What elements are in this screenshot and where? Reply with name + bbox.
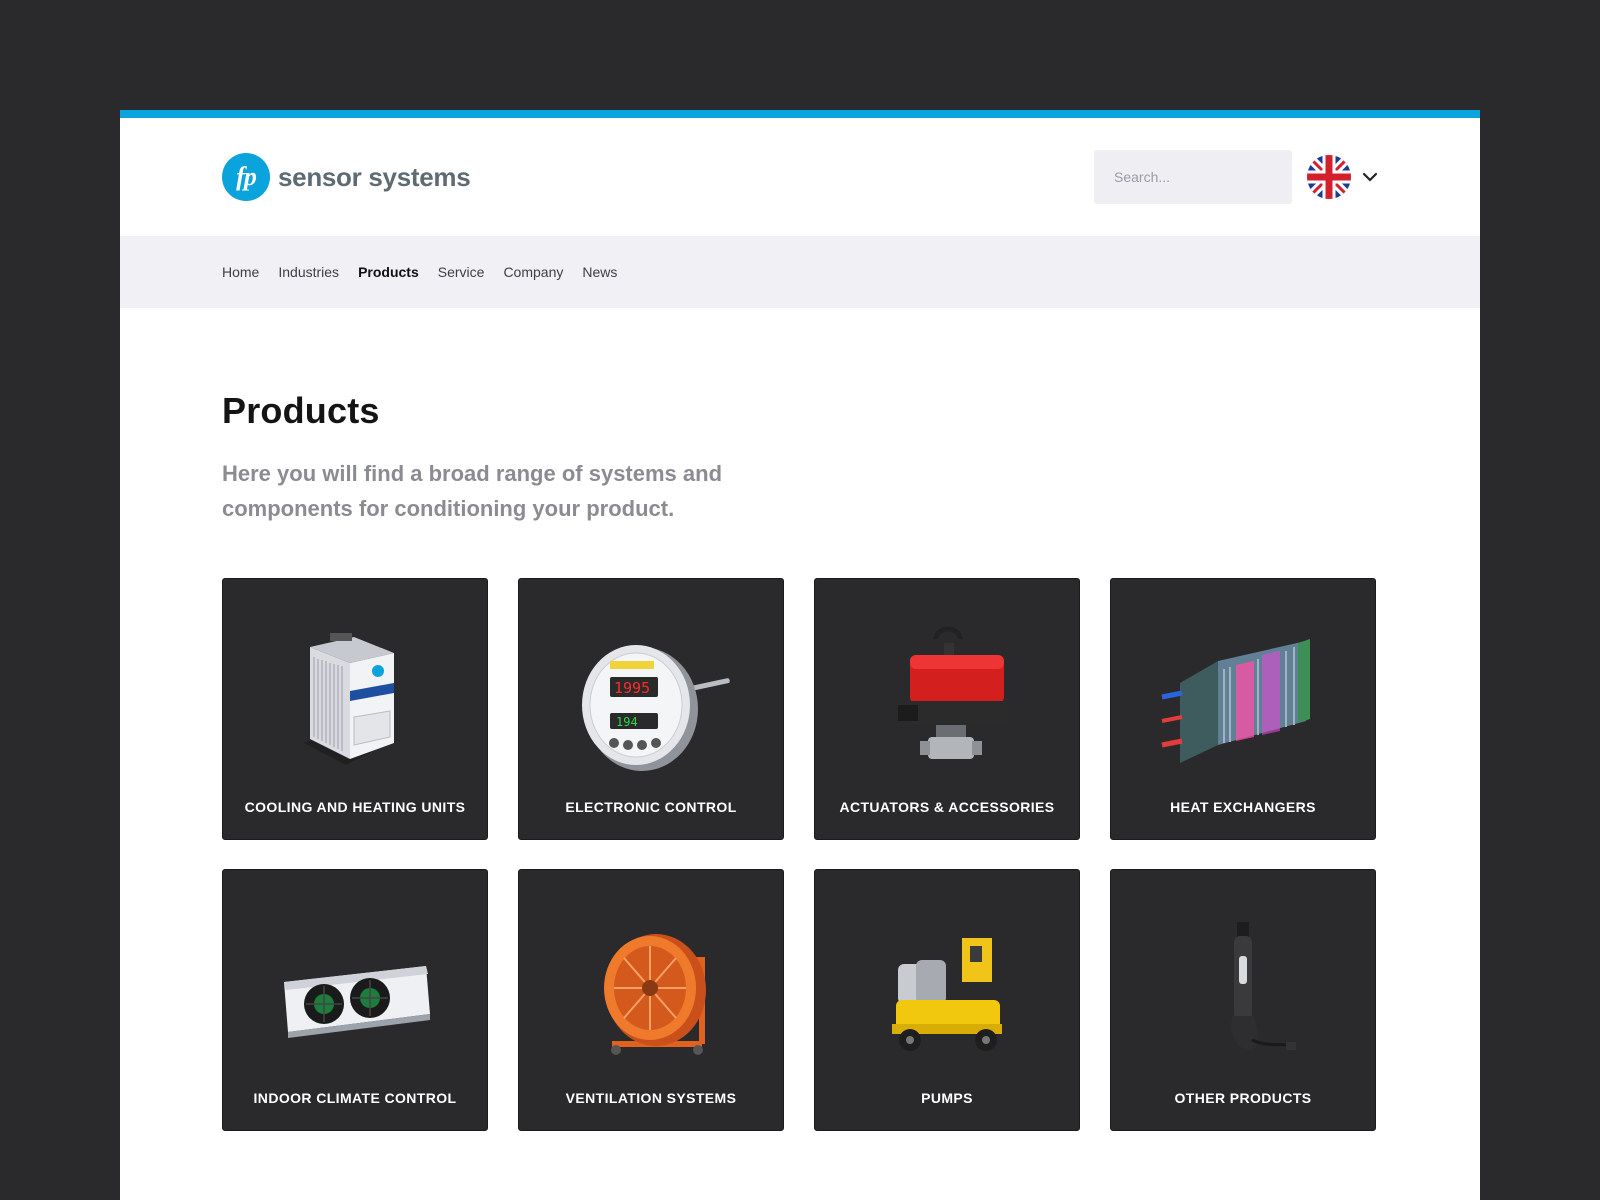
product-label: HEAT EXCHANGERS xyxy=(1170,799,1316,815)
plate-heat-exchanger-icon xyxy=(1161,639,1310,763)
product-card-indoor-climate[interactable]: INDOOR CLIMATE CONTROL xyxy=(222,869,488,1131)
product-card-cooling-heating[interactable]: COOLING AND HEATING UNITS xyxy=(222,578,488,840)
controller-gauge-icon: 1995 194 xyxy=(582,645,730,771)
product-label: COOLING AND HEATING UNITS xyxy=(244,799,466,815)
language-selector[interactable] xyxy=(1306,154,1378,200)
probe-icon xyxy=(1231,922,1296,1050)
pump-cart-icon xyxy=(892,936,1002,1051)
product-card-electronic-control[interactable]: 1995 194 ELECTRONIC CONTROL xyxy=(518,578,784,840)
product-label: ACTUATORS & ACCESSORIES xyxy=(839,799,1055,815)
chevron-down-icon xyxy=(1362,172,1378,182)
site-logo[interactable]: fp sensor systems xyxy=(222,153,471,201)
nav-item-company[interactable]: Company xyxy=(503,264,563,280)
page-title: Products xyxy=(222,390,380,431)
product-label: OTHER PRODUCTS xyxy=(1174,1090,1312,1106)
main-navigation: Home Industries Products Service Company… xyxy=(120,236,1480,308)
product-card-other[interactable]: OTHER PRODUCTS xyxy=(1110,869,1376,1131)
main-content: Products Here you will find a broad rang… xyxy=(120,390,1480,1131)
nav-item-news[interactable]: News xyxy=(582,264,617,280)
valve-actuator-icon xyxy=(898,626,1008,759)
search-input[interactable] xyxy=(1094,150,1292,204)
unit-cooler-icon xyxy=(284,966,430,1038)
logo-text: sensor systems xyxy=(278,161,471,192)
product-label: ELECTRONIC CONTROL xyxy=(565,799,737,815)
chiller-unit-icon xyxy=(304,633,394,765)
logo-mark-icon: fp xyxy=(222,153,270,201)
browser-page: fp sensor systems Home Industries Pr xyxy=(120,110,1480,1200)
nav-item-industries[interactable]: Industries xyxy=(278,264,339,280)
site-header: fp sensor systems xyxy=(120,118,1480,236)
product-label: PUMPS xyxy=(921,1090,973,1106)
nav-item-home[interactable]: Home xyxy=(222,264,259,280)
axial-fan-icon xyxy=(604,934,706,1055)
svg-text:194: 194 xyxy=(616,715,638,729)
nav-item-service[interactable]: Service xyxy=(438,264,485,280)
product-label: INDOOR CLIMATE CONTROL xyxy=(253,1090,457,1106)
nav-item-products[interactable]: Products xyxy=(358,264,419,280)
product-card-actuators[interactable]: ACTUATORS & ACCESSORIES xyxy=(814,578,1080,840)
product-card-pumps[interactable]: PUMPS xyxy=(814,869,1080,1131)
svg-text:1995: 1995 xyxy=(614,679,650,697)
product-card-ventilation[interactable]: VENTILATION SYSTEMS xyxy=(518,869,784,1131)
accent-bar xyxy=(120,110,1480,118)
product-card-heat-exchangers[interactable]: HEAT EXCHANGERS xyxy=(1110,578,1376,840)
product-label: VENTILATION SYSTEMS xyxy=(565,1090,737,1106)
page-intro: Here you will find a broad range of syst… xyxy=(222,461,723,521)
product-grid: COOLING AND HEATING UNITS 1995 194 ELECT xyxy=(222,578,1378,1131)
uk-flag-icon xyxy=(1307,155,1351,199)
